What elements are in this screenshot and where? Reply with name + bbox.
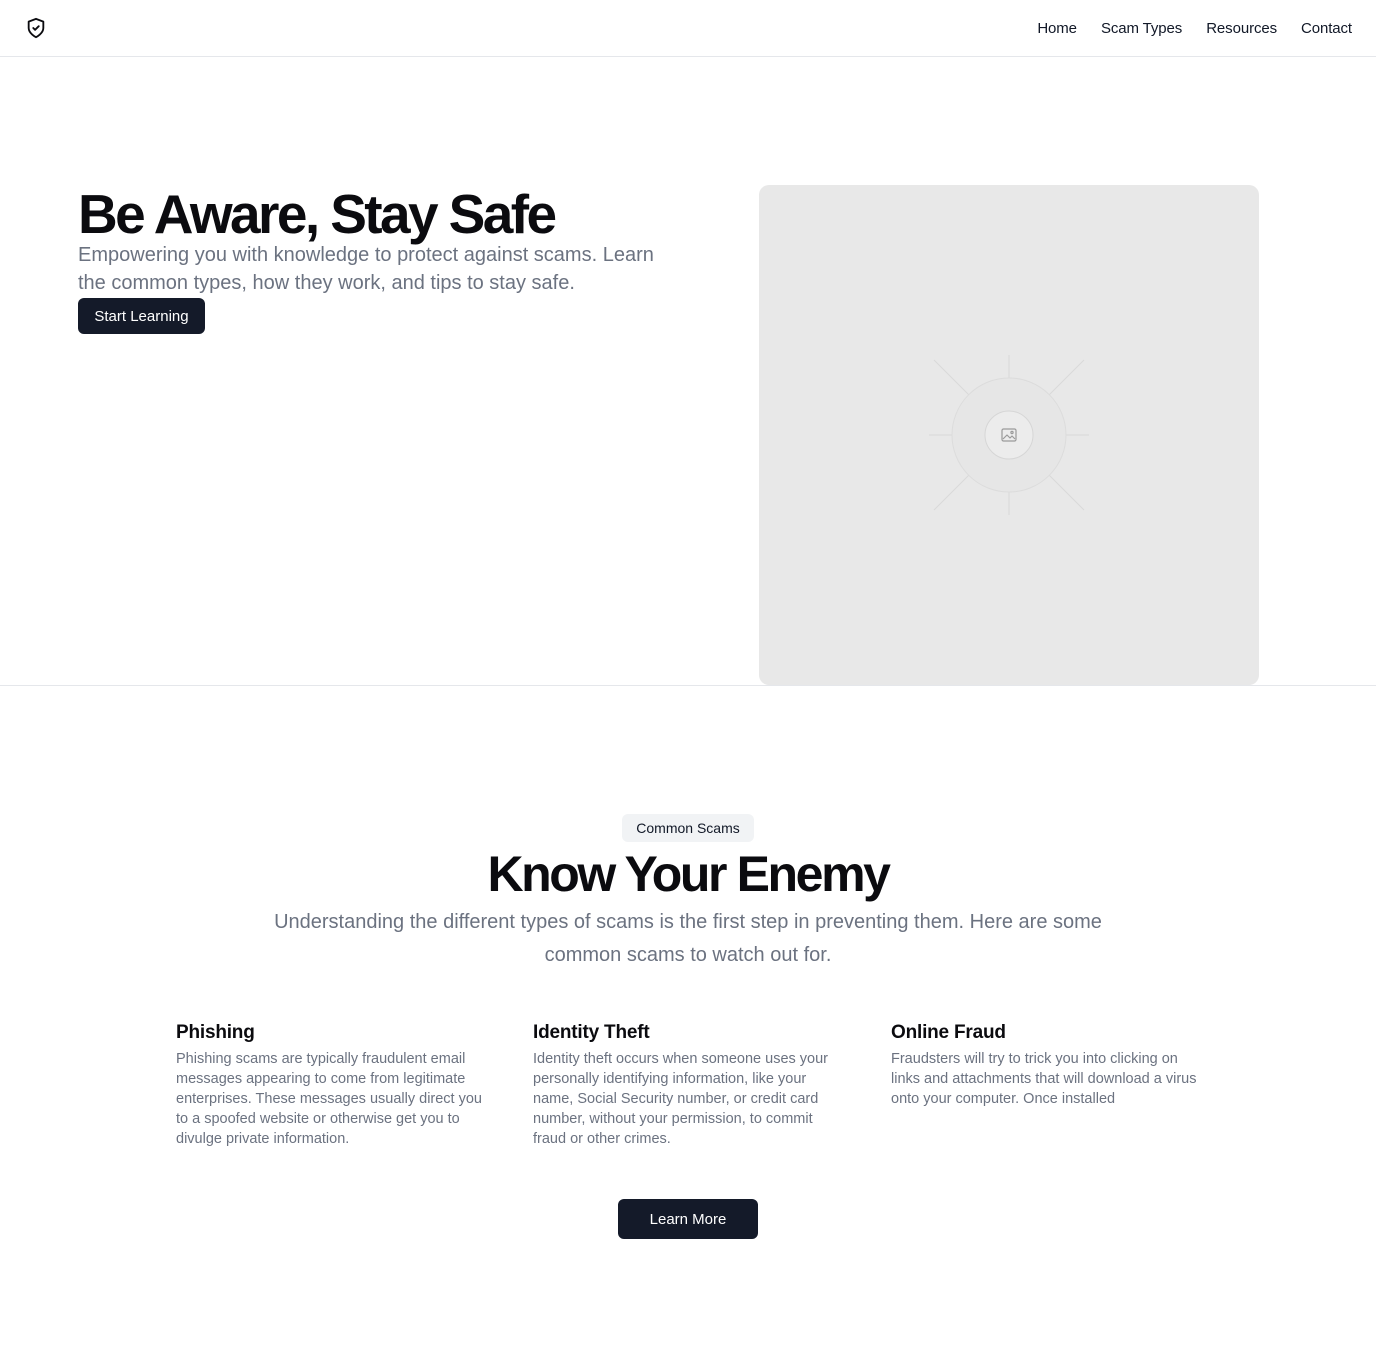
hero-subtitle: Empowering you with knowledge to protect… [78, 244, 654, 294]
card-title: Identity Theft [533, 1022, 650, 1043]
nav-home[interactable]: Home [1037, 20, 1077, 37]
card-title: Online Fraud [891, 1022, 1006, 1043]
site-header: Home Scam Types Resources Contact [0, 0, 1376, 57]
section-title: Know Your Enemy [487, 846, 891, 902]
scam-cards: Phishing Phishing scams are typically fr… [176, 1021, 1248, 1149]
card-body: Fraudsters will try to trick you into cl… [891, 1051, 1197, 1107]
start-learning-button[interactable]: Start Learning [78, 298, 205, 334]
card-body: Phishing scams are typically fraudulent … [176, 1051, 482, 1147]
scam-card-online-fraud: Online Fraud Fraudsters will try to tric… [891, 1021, 1201, 1149]
hero-section: Be Aware, Stay Safe Empowering you with … [0, 57, 1376, 686]
nav-scam-types[interactable]: Scam Types [1101, 20, 1182, 37]
section-badge: Common Scams [622, 814, 754, 842]
card-title: Phishing [176, 1022, 255, 1043]
nav-contact[interactable]: Contact [1301, 20, 1352, 37]
card-body: Identity theft occurs when someone uses … [533, 1051, 828, 1147]
image-placeholder-icon [929, 355, 1089, 515]
hero-image-placeholder [759, 185, 1259, 685]
hero-content: Be Aware, Stay Safe Empowering you with … [78, 185, 658, 334]
nav-resources[interactable]: Resources [1206, 20, 1277, 37]
hero-title: Be Aware, Stay Safe [78, 183, 557, 245]
main-nav: Home Scam Types Resources Contact [1037, 20, 1352, 37]
section-subtitle: Understanding the different types of sca… [274, 911, 1102, 966]
scam-card-phishing: Phishing Phishing scams are typically fr… [176, 1021, 486, 1149]
common-scams-section: Common Scams Know Your Enemy Understandi… [0, 686, 1376, 1366]
learn-more-button[interactable]: Learn More [618, 1199, 758, 1239]
shield-check-icon[interactable] [24, 16, 48, 40]
scam-card-identity-theft: Identity Theft Identity theft occurs whe… [533, 1021, 843, 1149]
